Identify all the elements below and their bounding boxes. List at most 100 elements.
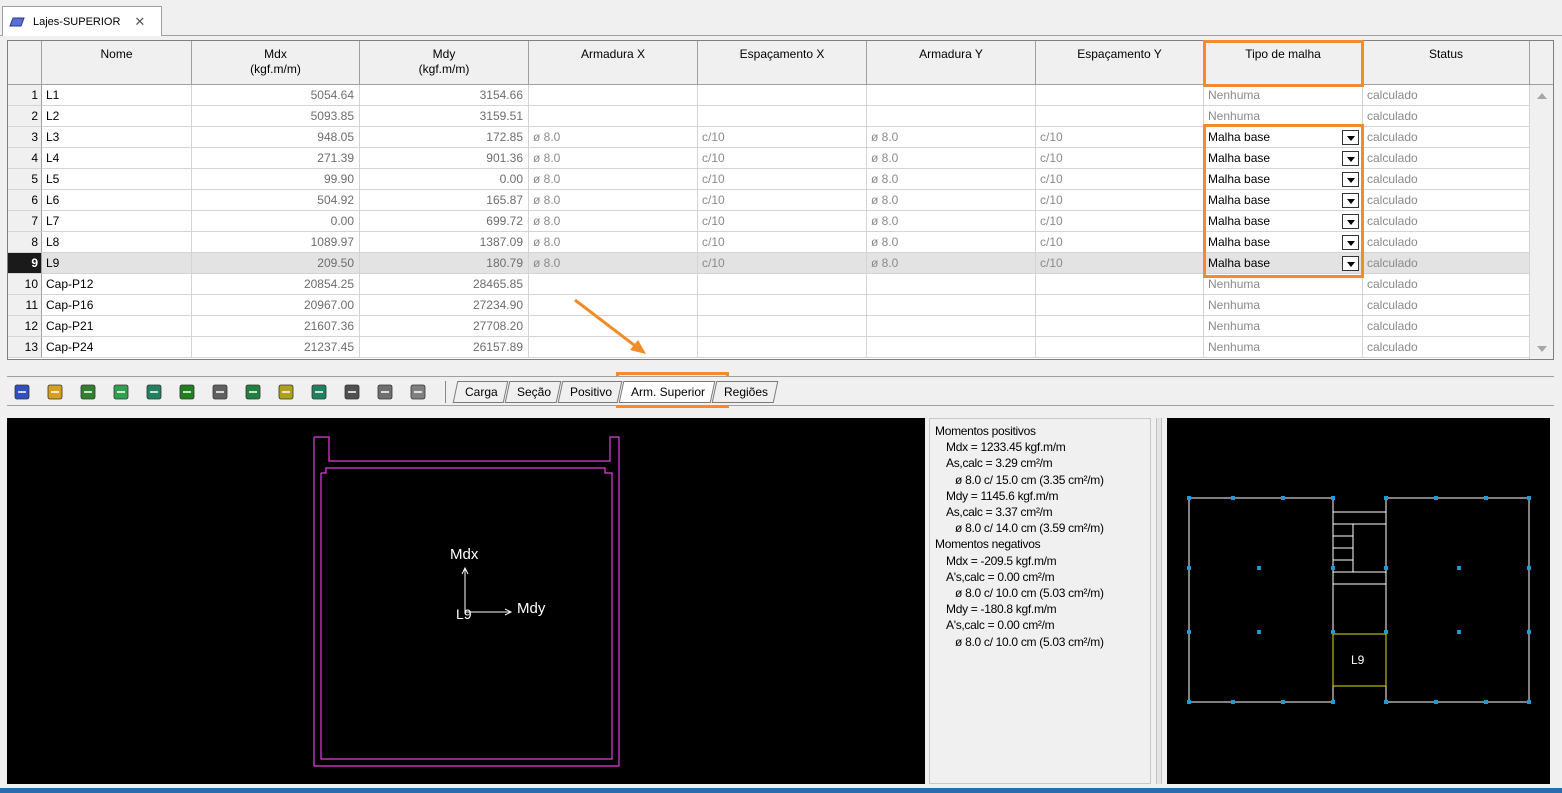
floor-plan-canvas[interactable]: L9	[1167, 418, 1550, 784]
close-icon[interactable]: ✕	[134, 14, 145, 30]
row-number[interactable]: 9	[8, 253, 42, 274]
mdx-cell[interactable]: 99.90	[192, 169, 360, 190]
tipo-de-malha-cell[interactable]: Malha base	[1204, 127, 1363, 148]
armadura-x-cell[interactable]	[529, 85, 698, 106]
tipo-de-malha-cell[interactable]: Malha base	[1204, 211, 1363, 232]
mdx-cell[interactable]: 21237.45	[192, 337, 360, 358]
chevron-down-icon[interactable]	[1342, 214, 1359, 229]
mdy-cell[interactable]: 26157.89	[360, 337, 529, 358]
status-cell[interactable]: calculado	[1363, 127, 1530, 148]
chevron-down-icon[interactable]	[1342, 235, 1359, 250]
table-row[interactable]: 2 L2 5093.85 3159.51 Nenhuma calculado	[8, 106, 1530, 127]
espacamento-x-cell[interactable]	[698, 316, 867, 337]
column-header-armadura-y[interactable]: Armadura Y	[867, 41, 1036, 85]
report-icon[interactable]	[111, 382, 131, 402]
tipo-de-malha-cell[interactable]: Nenhuma	[1204, 337, 1363, 358]
nome-cell[interactable]: Cap-P12	[42, 274, 192, 295]
tab-positivo[interactable]: Positivo	[557, 381, 623, 403]
moment-icon[interactable]	[243, 382, 263, 402]
espacamento-y-cell[interactable]	[1036, 274, 1204, 295]
chevron-down-icon[interactable]	[1342, 256, 1359, 271]
espacamento-y-cell[interactable]	[1036, 337, 1204, 358]
mdy-cell[interactable]: 3159.51	[360, 106, 529, 127]
armadura-y-cell[interactable]	[867, 316, 1036, 337]
table-row[interactable]: 1 L1 5054.64 3154.66 Nenhuma calculado	[8, 85, 1530, 106]
mdx-cell[interactable]: 504.92	[192, 190, 360, 211]
tipo-de-malha-cell[interactable]: Malha base	[1204, 253, 1363, 274]
nome-cell[interactable]: L3	[42, 127, 192, 148]
mesh-icon[interactable]	[276, 382, 296, 402]
status-cell[interactable]: calculado	[1363, 211, 1530, 232]
column-header-espacamento-y[interactable]: Espaçamento Y	[1036, 41, 1204, 85]
row-number[interactable]: 3	[8, 127, 42, 148]
table-row[interactable]: 12 Cap-P21 21607.36 27708.20 Nenhuma calculad…	[8, 316, 1530, 337]
espacamento-x-cell[interactable]	[698, 106, 867, 127]
espacamento-x-cell[interactable]	[698, 295, 867, 316]
axis-split-icon[interactable]	[177, 382, 197, 402]
tipo-de-malha-cell[interactable]: Nenhuma	[1204, 85, 1363, 106]
armadura-y-cell[interactable]	[867, 295, 1036, 316]
tipo-de-malha-cell[interactable]: Nenhuma	[1204, 295, 1363, 316]
armadura-y-cell[interactable]	[867, 106, 1036, 127]
table-row[interactable]: 9 L9 209.50 180.79 ø 8.0 c/10 ø 8.0 c/10 Malha b…	[8, 253, 1530, 274]
vertical-scrollbar[interactable]	[1529, 85, 1553, 359]
nome-cell[interactable]: L8	[42, 232, 192, 253]
tipo-de-malha-cell[interactable]: Nenhuma	[1204, 274, 1363, 295]
espacamento-x-cell[interactable]	[698, 85, 867, 106]
mdy-cell[interactable]: 0.00	[360, 169, 529, 190]
espacamento-x-cell[interactable]: c/10	[698, 211, 867, 232]
mdx-cell[interactable]: 948.05	[192, 127, 360, 148]
mdy-cell[interactable]: 27708.20	[360, 316, 529, 337]
espacamento-x-cell[interactable]: c/10	[698, 127, 867, 148]
nome-cell[interactable]: Cap-P21	[42, 316, 192, 337]
scroll-down-icon[interactable]	[1537, 346, 1547, 352]
table-row[interactable]: 3 L3 948.05 172.85 ø 8.0 c/10 ø 8.0 c/10 Malha b…	[8, 127, 1530, 148]
column-header-mdx[interactable]: Mdx (kgf.m/m)	[192, 41, 360, 85]
chevron-down-icon[interactable]	[1342, 151, 1359, 166]
row-number[interactable]: 12	[8, 316, 42, 337]
row-number[interactable]: 5	[8, 169, 42, 190]
row-number[interactable]: 6	[8, 190, 42, 211]
nome-cell[interactable]: L5	[42, 169, 192, 190]
armadura-x-cell[interactable]: ø 8.0	[529, 169, 698, 190]
espacamento-x-cell[interactable]: c/10	[698, 148, 867, 169]
column-header-tipo-de-malha[interactable]: Tipo de malha	[1204, 41, 1363, 85]
armadura-y-cell[interactable]: ø 8.0	[867, 232, 1036, 253]
row-number[interactable]: 1	[8, 85, 42, 106]
column-header-mdy[interactable]: Mdy (kgf.m/m)	[360, 41, 529, 85]
armadura-y-cell[interactable]	[867, 337, 1036, 358]
nome-cell[interactable]: Cap-P24	[42, 337, 192, 358]
status-cell[interactable]: calculado	[1363, 169, 1530, 190]
armadura-x-cell[interactable]: ø 8.0	[529, 232, 698, 253]
nome-cell[interactable]: Cap-P16	[42, 295, 192, 316]
column-header-status[interactable]: Status	[1363, 41, 1530, 85]
mdy-cell[interactable]: 28465.85	[360, 274, 529, 295]
espacamento-y-cell[interactable]	[1036, 316, 1204, 337]
mdx-cell[interactable]: 1089.97	[192, 232, 360, 253]
armadura-x-cell[interactable]: ø 8.0	[529, 253, 698, 274]
status-cell[interactable]: calculado	[1363, 190, 1530, 211]
espacamento-x-cell[interactable]: c/10	[698, 169, 867, 190]
pane-splitter[interactable]	[1156, 418, 1162, 784]
armadura-x-cell[interactable]: ø 8.0	[529, 127, 698, 148]
espacamento-y-cell[interactable]	[1036, 85, 1204, 106]
status-cell[interactable]: calculado	[1363, 85, 1530, 106]
chevron-down-icon[interactable]	[1342, 193, 1359, 208]
nome-cell[interactable]: L1	[42, 85, 192, 106]
espacamento-y-cell[interactable]: c/10	[1036, 148, 1204, 169]
load-icon[interactable]	[210, 382, 230, 402]
mdy-cell[interactable]: 3154.66	[360, 85, 529, 106]
mdx-cell[interactable]: 21607.36	[192, 316, 360, 337]
status-cell[interactable]: calculado	[1363, 253, 1530, 274]
column-header-armadura-x[interactable]: Armadura X	[529, 41, 698, 85]
armadura-x-cell[interactable]	[529, 106, 698, 127]
espacamento-y-cell[interactable]: c/10	[1036, 190, 1204, 211]
mdx-cell[interactable]: 209.50	[192, 253, 360, 274]
tab-carga[interactable]: Carga	[452, 381, 509, 403]
row-number[interactable]: 8	[8, 232, 42, 253]
status-cell[interactable]: calculado	[1363, 232, 1530, 253]
armadura-y-cell[interactable]	[867, 274, 1036, 295]
armadura-y-cell[interactable]: ø 8.0	[867, 169, 1036, 190]
grid-corner-header[interactable]	[8, 41, 42, 85]
status-cell[interactable]: calculado	[1363, 274, 1530, 295]
